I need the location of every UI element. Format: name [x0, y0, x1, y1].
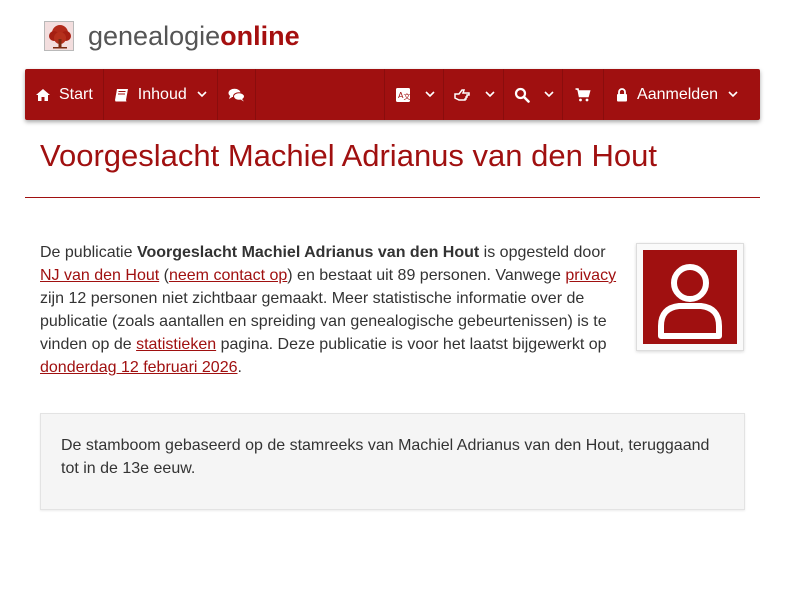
- intro-text: (: [159, 267, 169, 284]
- title-divider: [25, 197, 760, 198]
- intro-text: ) en bestaat uit 89 personen. Vanwege: [287, 267, 566, 284]
- contact-link[interactable]: neem contact op: [169, 267, 287, 284]
- chevron-down-icon: [544, 91, 554, 98]
- logo-text-first: genealogie: [88, 20, 221, 51]
- nav-language[interactable]: A文: [385, 69, 443, 120]
- nav-cart[interactable]: [563, 69, 603, 120]
- publication-name: Voorgeslacht Machiel Adrianus van den Ho…: [136, 244, 480, 261]
- nav-aanmelden[interactable]: Aanmelden: [604, 69, 760, 120]
- chevron-down-icon: [485, 91, 495, 98]
- chevron-down-icon: [425, 91, 435, 98]
- nav-search[interactable]: [504, 69, 562, 120]
- translate-icon: A文: [395, 87, 411, 103]
- lock-icon: [616, 87, 628, 102]
- privacy-link[interactable]: privacy: [565, 267, 616, 284]
- nav-start[interactable]: Start: [25, 69, 103, 120]
- search-icon: [514, 87, 530, 103]
- publication-intro: De publicatie Voorgeslacht Machiel Adria…: [40, 241, 620, 379]
- intro-text: De publicatie: [40, 244, 137, 261]
- chevron-down-icon: [728, 91, 738, 98]
- nav-inhoud[interactable]: Inhoud: [104, 69, 217, 120]
- pointer-hand-icon: [454, 88, 471, 102]
- intro-text: pagina. Deze publicatie is voor het laat…: [216, 336, 607, 353]
- nav-inhoud-label: Inhoud: [137, 85, 187, 103]
- logo-text-second: online: [220, 20, 300, 51]
- nav-start-label: Start: [59, 85, 93, 103]
- user-avatar-icon: [643, 250, 737, 344]
- nav-aanmelden-label: Aanmelden: [637, 85, 718, 103]
- tree-logo-icon[interactable]: [44, 21, 74, 51]
- intro-text: .: [237, 359, 242, 376]
- cart-icon: [575, 87, 591, 102]
- main-navbar: Start Inhoud A文 Aanmelden: [25, 69, 760, 120]
- chevron-down-icon: [197, 91, 207, 98]
- description-text: De stamboom gebaseerd op de stamreeks va…: [61, 437, 710, 477]
- svg-text:文: 文: [404, 92, 411, 101]
- author-avatar[interactable]: [636, 243, 744, 351]
- page-title: Voorgeslacht Machiel Adrianus van den Ho…: [40, 138, 657, 173]
- statistics-link[interactable]: statistieken: [136, 336, 216, 353]
- last-updated-date-link[interactable]: donderdag 12 februari 2026: [40, 359, 238, 376]
- publication-description: De stamboom gebaseerd op de stamreeks va…: [40, 413, 745, 510]
- book-icon: [114, 88, 130, 102]
- site-logo-text[interactable]: genealogieonline: [88, 20, 300, 51]
- nav-share[interactable]: [444, 69, 503, 120]
- intro-text: is opgesteld door: [479, 244, 606, 261]
- site-header: genealogieonline: [44, 16, 300, 56]
- home-icon: [35, 88, 51, 102]
- nav-forum[interactable]: [218, 69, 255, 120]
- author-link[interactable]: NJ van den Hout: [40, 267, 159, 284]
- comments-icon: [228, 88, 245, 102]
